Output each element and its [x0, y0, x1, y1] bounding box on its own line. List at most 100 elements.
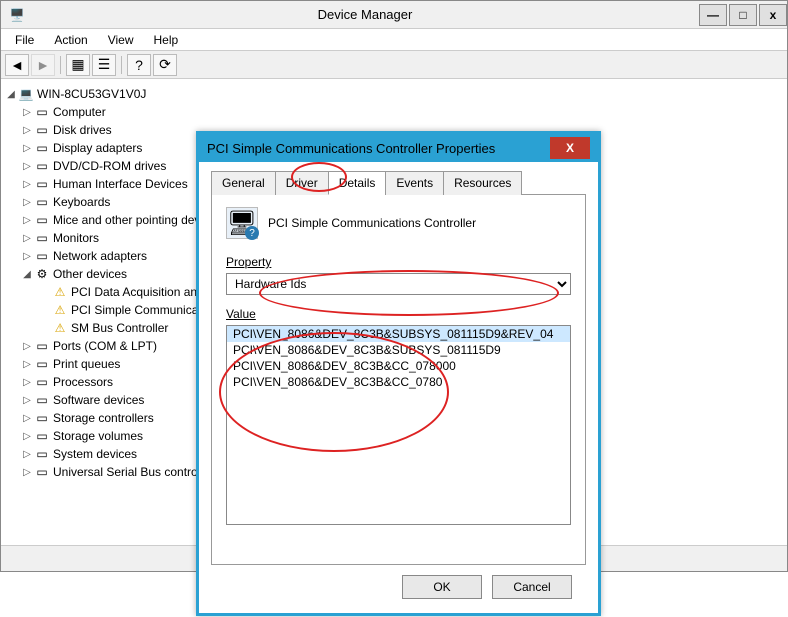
tree-root-label: WIN-8CU53GV1V0J — [35, 87, 146, 101]
expand-icon[interactable]: ▷ — [21, 467, 33, 478]
tree-item-label: Disk drives — [51, 123, 112, 137]
property-dropdown[interactable]: Hardware Ids — [226, 273, 571, 295]
device-category-icon: ▭ — [33, 176, 51, 192]
expand-icon[interactable]: ▷ — [21, 449, 33, 460]
value-listbox[interactable]: PCI\VEN_8086&DEV_8C3B&SUBSYS_081115D9&RE… — [226, 325, 571, 525]
value-row[interactable]: PCI\VEN_8086&DEV_8C3B&SUBSYS_081115D9 — [227, 342, 570, 358]
toolbar: ◄ ► ▦ ☰ ? ⟳ — [1, 51, 787, 79]
device-category-icon: ▭ — [33, 140, 51, 156]
tree-item-label: Ports (COM & LPT) — [51, 339, 157, 353]
expand-icon[interactable]: ▷ — [21, 431, 33, 442]
warning-icon: ⚠ — [51, 320, 69, 336]
value-label: Value — [226, 307, 571, 321]
view-button[interactable]: ☰ — [92, 54, 116, 76]
computer-icon: 💻 — [17, 86, 35, 102]
close-button[interactable]: x — [759, 4, 787, 26]
tree-item-label: Keyboards — [51, 195, 110, 209]
device-category-icon: ▭ — [33, 464, 51, 480]
other-devices-icon: ⚙ — [33, 266, 51, 282]
tree-item-label: Monitors — [51, 231, 99, 245]
expand-icon[interactable]: ▷ — [21, 233, 33, 244]
minimize-button[interactable]: — — [699, 4, 727, 26]
menu-view[interactable]: View — [98, 31, 144, 49]
tab-resources[interactable]: Resources — [443, 171, 522, 195]
dialog-tabs: GeneralDriverDetailsEventsResources — [211, 170, 586, 195]
expand-icon[interactable]: ▷ — [21, 251, 33, 262]
window-title: Device Manager — [33, 7, 697, 22]
tab-details[interactable]: Details — [328, 171, 387, 195]
menu-help[interactable]: Help — [144, 31, 189, 49]
dialog-titlebar[interactable]: PCI Simple Communications Controller Pro… — [199, 134, 598, 162]
dialog-close-button[interactable]: X — [550, 137, 590, 159]
expand-icon[interactable]: ▷ — [21, 197, 33, 208]
tree-item-label: Storage controllers — [51, 411, 154, 425]
device-category-icon: ▭ — [33, 230, 51, 246]
value-row[interactable]: PCI\VEN_8086&DEV_8C3B&CC_078000 — [227, 358, 570, 374]
device-category-icon: ▭ — [33, 356, 51, 372]
tree-item-label: Display adapters — [51, 141, 142, 155]
expand-icon[interactable]: ▷ — [21, 359, 33, 370]
device-name: PCI Simple Communications Controller — [268, 216, 476, 230]
show-hidden-button[interactable]: ▦ — [66, 54, 90, 76]
menu-action[interactable]: Action — [44, 31, 97, 49]
warning-icon: ⚠ — [51, 302, 69, 318]
tree-item-label: Software devices — [51, 393, 144, 407]
tree-item-label: Computer — [51, 105, 106, 119]
device-category-icon: ▭ — [33, 410, 51, 426]
ok-button[interactable]: OK — [402, 575, 482, 599]
tab-driver[interactable]: Driver — [275, 171, 329, 195]
help-button[interactable]: ? — [127, 54, 151, 76]
expand-icon[interactable]: ▷ — [21, 179, 33, 190]
expand-icon[interactable]: ▷ — [21, 341, 33, 352]
tree-root[interactable]: ◢ 💻 WIN-8CU53GV1V0J — [5, 85, 783, 103]
device-category-icon: ▭ — [33, 122, 51, 138]
device-category-icon: ▭ — [33, 374, 51, 390]
dialog-title: PCI Simple Communications Controller Pro… — [207, 141, 550, 156]
menubar: File Action View Help — [1, 29, 787, 51]
maximize-button[interactable]: □ — [729, 4, 757, 26]
refresh-button[interactable]: ⟳ — [153, 54, 177, 76]
device-category-icon: ▭ — [33, 194, 51, 210]
tree-item-label: Print queues — [51, 357, 120, 371]
tab-general[interactable]: General — [211, 171, 276, 195]
device-category-icon: ▭ — [33, 446, 51, 462]
expand-icon[interactable]: ▷ — [21, 107, 33, 118]
device-category-icon: ▭ — [33, 212, 51, 228]
device-category-icon: ▭ — [33, 158, 51, 174]
menu-file[interactable]: File — [5, 31, 44, 49]
collapse-icon[interactable]: ◢ — [21, 269, 33, 280]
back-button[interactable]: ◄ — [5, 54, 29, 76]
device-category-icon: ▭ — [33, 392, 51, 408]
device-icon: 🖥? — [226, 207, 258, 239]
tree-item-label: SM Bus Controller — [69, 321, 168, 335]
value-row[interactable]: PCI\VEN_8086&DEV_8C3B&SUBSYS_081115D9&RE… — [227, 326, 570, 342]
expand-icon[interactable]: ▷ — [21, 395, 33, 406]
forward-button[interactable]: ► — [31, 54, 55, 76]
properties-dialog: PCI Simple Communications Controller Pro… — [196, 131, 601, 616]
device-category-icon: ▭ — [33, 248, 51, 264]
cancel-button[interactable]: Cancel — [492, 575, 572, 599]
app-icon: 🖥️ — [7, 5, 27, 25]
titlebar: 🖥️ Device Manager — □ x — [1, 1, 787, 29]
expand-icon[interactable]: ▷ — [21, 125, 33, 136]
expand-icon[interactable]: ▷ — [21, 143, 33, 154]
collapse-icon[interactable]: ◢ — [5, 89, 17, 100]
tab-panel-details: 🖥? PCI Simple Communications Controller … — [211, 195, 586, 565]
value-row[interactable]: PCI\VEN_8086&DEV_8C3B&CC_0780 — [227, 374, 570, 390]
expand-icon[interactable]: ▷ — [21, 377, 33, 388]
expand-icon[interactable]: ▷ — [21, 161, 33, 172]
tab-events[interactable]: Events — [385, 171, 444, 195]
expand-icon[interactable]: ▷ — [21, 215, 33, 226]
tree-item-label: Network adapters — [51, 249, 147, 263]
warning-icon: ⚠ — [51, 284, 69, 300]
tree-item-label: Storage volumes — [51, 429, 143, 443]
tree-item[interactable]: ▷▭Computer — [5, 103, 783, 121]
tree-item-label: Human Interface Devices — [51, 177, 188, 191]
device-category-icon: ▭ — [33, 338, 51, 354]
device-category-icon: ▭ — [33, 104, 51, 120]
tree-item-label: Other devices — [51, 267, 127, 281]
expand-icon[interactable]: ▷ — [21, 413, 33, 424]
question-badge-icon: ? — [245, 226, 259, 240]
tree-item-label: System devices — [51, 447, 137, 461]
tree-item-label: DVD/CD-ROM drives — [51, 159, 166, 173]
